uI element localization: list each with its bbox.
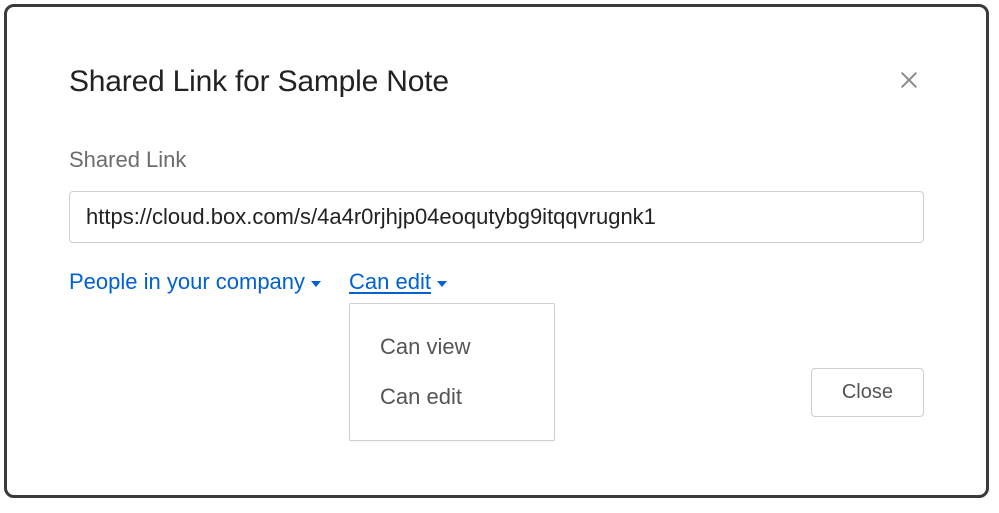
permission-dropdown-label: Can edit xyxy=(349,269,431,295)
close-icon[interactable] xyxy=(894,65,924,95)
permission-option-can-view[interactable]: Can view xyxy=(350,322,554,372)
modal-header: Shared Link for Sample Note xyxy=(69,65,924,99)
share-link-modal: Shared Link for Sample Note Shared Link … xyxy=(4,4,989,498)
caret-down-icon xyxy=(311,281,321,287)
permission-dropdown[interactable]: Can edit xyxy=(349,269,447,295)
close-button[interactable]: Close xyxy=(811,368,924,417)
modal-footer: Close xyxy=(811,368,924,417)
modal-title: Shared Link for Sample Note xyxy=(69,65,449,99)
permission-dropdown-menu: Can view Can edit xyxy=(349,303,555,441)
scope-dropdown[interactable]: People in your company xyxy=(69,269,321,295)
shared-link-input[interactable] xyxy=(69,191,924,243)
permission-option-can-edit[interactable]: Can edit xyxy=(350,372,554,422)
shared-link-label: Shared Link xyxy=(69,147,924,173)
link-settings-row: People in your company Can edit Can view… xyxy=(69,269,924,295)
permission-dropdown-wrapper: Can edit Can view Can edit xyxy=(349,269,447,295)
scope-dropdown-label: People in your company xyxy=(69,269,305,295)
caret-down-icon xyxy=(437,281,447,287)
